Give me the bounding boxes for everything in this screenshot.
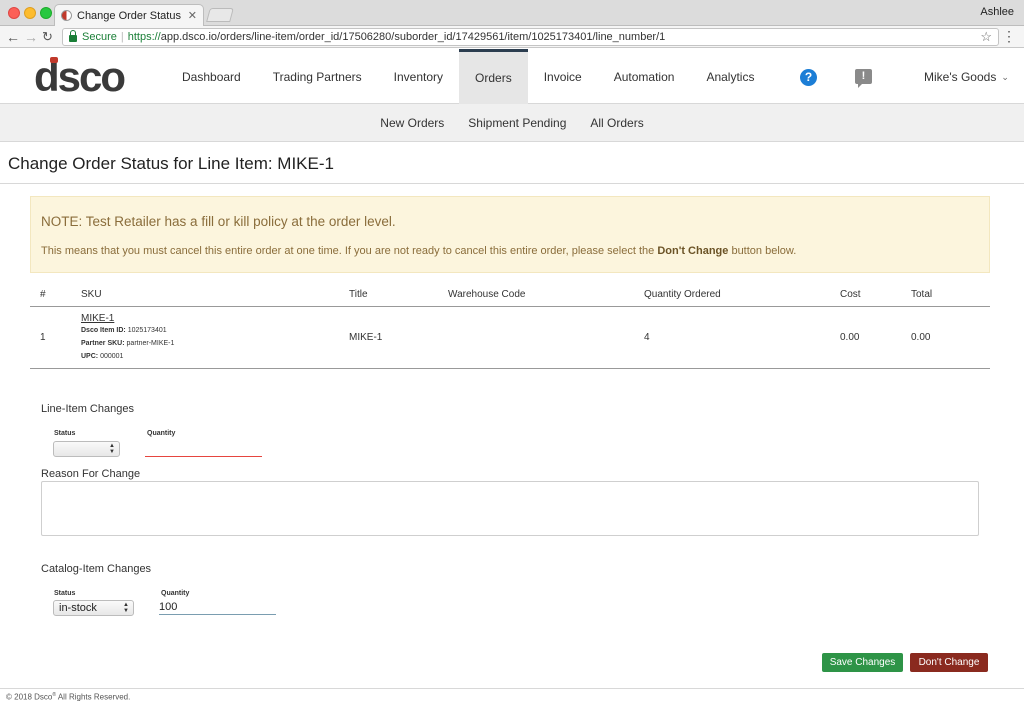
catalog-status-label: Status xyxy=(54,590,76,597)
notice-body-text: This means that you must cancel this ent… xyxy=(41,245,658,257)
catalog-status-select[interactable]: in-stock ▲ ▼ xyxy=(53,600,134,616)
line-item-changes-heading: Line-Item Changes xyxy=(41,403,134,415)
account-name: Mike's Goods xyxy=(924,70,997,84)
notice-body: This means that you must cancel this ent… xyxy=(41,245,796,257)
logo-accent-mark xyxy=(50,57,58,63)
maximize-window-button[interactable] xyxy=(40,7,52,19)
browser-toolbar: ← → ↻ Secure | https:// app.dsco.io/orde… xyxy=(0,26,1024,48)
notice-body-text-end: button below. xyxy=(728,245,797,257)
line-item-status-select[interactable]: ▲ ▼ xyxy=(53,441,120,457)
col-header-total: Total xyxy=(911,289,933,300)
url-scheme: https:// xyxy=(127,31,161,43)
row-quantity-ordered: 4 xyxy=(644,332,650,343)
nav-inventory[interactable]: Inventory xyxy=(378,49,459,104)
lock-icon xyxy=(69,29,77,42)
col-header-warehouse-code: Warehouse Code xyxy=(448,289,526,300)
footer-divider xyxy=(0,688,1024,689)
table-header-rule xyxy=(30,306,990,307)
col-header-cost: Cost xyxy=(840,289,861,300)
copyright-text-end: All Rights Reserved. xyxy=(56,692,131,702)
col-header-number: # xyxy=(40,289,46,300)
row-total: 0.00 xyxy=(911,332,931,343)
tab-close-icon[interactable]: ✕ xyxy=(188,9,197,22)
line-item-quantity-input[interactable] xyxy=(145,441,262,457)
page-title: Change Order Status for Line Item: MIKE-… xyxy=(8,154,334,173)
browser-tab-title: Change Order Status for Line I xyxy=(77,9,183,22)
address-bar[interactable]: Secure | https:// app.dsco.io/orders/lin… xyxy=(62,28,999,46)
forward-arrow-icon[interactable]: → xyxy=(24,29,38,45)
notice-dont-change-emphasis: Don't Change xyxy=(657,245,729,257)
partner-sku-value: partner-MIKE-1 xyxy=(126,340,175,347)
nav-analytics[interactable]: Analytics xyxy=(690,49,770,104)
main-nav: Dashboard Trading Partners Inventory Ord… xyxy=(166,49,770,104)
app-header: dsco Dashboard Trading Partners Inventor… xyxy=(0,49,1024,104)
notice-heading: NOTE: Test Retailer has a fill or kill p… xyxy=(41,214,396,229)
row-cost: 0.00 xyxy=(840,332,860,343)
col-header-quantity-ordered: Quantity Ordered xyxy=(644,289,721,300)
copyright-text: © 2018 Dsco xyxy=(6,692,53,702)
back-arrow-icon[interactable]: ← xyxy=(6,29,20,45)
new-tab-button[interactable] xyxy=(206,8,234,22)
dont-change-button[interactable]: Don't Change xyxy=(910,653,988,672)
star-icon[interactable]: ☆ xyxy=(980,29,992,45)
reason-for-change-label: Reason For Change xyxy=(41,468,141,480)
fill-or-kill-notice: NOTE: Test Retailer has a fill or kill p… xyxy=(30,196,990,273)
select-arrows-icon: ▲ ▼ xyxy=(109,443,115,455)
account-menu[interactable]: Mike's Goods ⌄ xyxy=(924,70,1009,84)
subnav-new-orders[interactable]: New Orders xyxy=(380,116,444,130)
title-divider xyxy=(0,183,1024,184)
nav-trading-partners[interactable]: Trading Partners xyxy=(257,49,378,104)
sku-link[interactable]: MIKE-1 xyxy=(81,313,114,324)
row-number: 1 xyxy=(40,332,46,343)
row-title: MIKE-1 xyxy=(349,332,383,343)
upc-value: 000001 xyxy=(100,353,124,360)
dsco-favicon-icon xyxy=(61,10,72,21)
table-bottom-rule xyxy=(30,368,990,369)
subnav-shipment-pending[interactable]: Shipment Pending xyxy=(468,116,566,130)
catalog-quantity-input[interactable] xyxy=(159,599,276,615)
close-window-button[interactable] xyxy=(8,7,20,19)
orders-sub-nav: New Orders Shipment Pending All Orders xyxy=(0,104,1024,142)
reason-for-change-textarea[interactable] xyxy=(41,481,979,536)
select-arrows-icon: ▲ ▼ xyxy=(123,602,129,614)
subnav-all-orders[interactable]: All Orders xyxy=(590,116,643,130)
feedback-icon[interactable]: ! xyxy=(855,69,872,88)
browser-tab-bar: Change Order Status for Line I ✕ Ashlee xyxy=(0,0,1024,26)
upc: UPC: 000001 xyxy=(81,353,123,360)
reload-icon[interactable]: ↻ xyxy=(42,29,53,45)
dsco-logo[interactable]: dsco xyxy=(34,55,126,99)
catalog-status-value: in-stock xyxy=(59,602,97,614)
line-item-quantity-label: Quantity xyxy=(147,430,176,437)
browser-tab[interactable]: Change Order Status for Line I ✕ xyxy=(54,4,204,26)
chevron-down-icon: ⌄ xyxy=(1001,71,1009,82)
secure-label: Secure xyxy=(82,31,117,43)
nav-automation[interactable]: Automation xyxy=(598,49,691,104)
nav-orders[interactable]: Orders xyxy=(459,49,528,104)
minimize-window-button[interactable] xyxy=(24,7,36,19)
upc-label: UPC: xyxy=(81,353,99,360)
partner-sku-label: Partner SKU: xyxy=(81,340,125,347)
save-changes-button[interactable]: Save Changes xyxy=(822,653,903,672)
catalog-quantity-label: Quantity xyxy=(161,590,190,597)
browser-profile-name[interactable]: Ashlee xyxy=(980,6,1014,18)
col-header-sku: SKU xyxy=(81,289,102,300)
dsco-item-id-value: 1025173401 xyxy=(127,327,167,334)
dsco-item-id: Dsco Item ID: 1025173401 xyxy=(81,327,167,334)
col-header-title: Title xyxy=(349,289,368,300)
url-text: app.dsco.io/orders/line-item/order_id/17… xyxy=(160,31,666,43)
nav-invoice[interactable]: Invoice xyxy=(528,49,598,104)
partner-sku: Partner SKU: partner-MIKE-1 xyxy=(81,340,174,347)
dsco-item-id-label: Dsco Item ID: xyxy=(81,327,126,334)
nav-dashboard[interactable]: Dashboard xyxy=(166,49,257,104)
footer-copyright: © 2018 Dsco® All Rights Reserved. xyxy=(6,692,130,702)
help-icon[interactable]: ? xyxy=(800,69,817,86)
line-item-status-label: Status xyxy=(54,430,76,437)
url-separator: | xyxy=(120,31,124,43)
menu-dots-icon[interactable]: ⋮ xyxy=(1002,29,1016,43)
catalog-item-changes-heading: Catalog-Item Changes xyxy=(41,563,152,575)
